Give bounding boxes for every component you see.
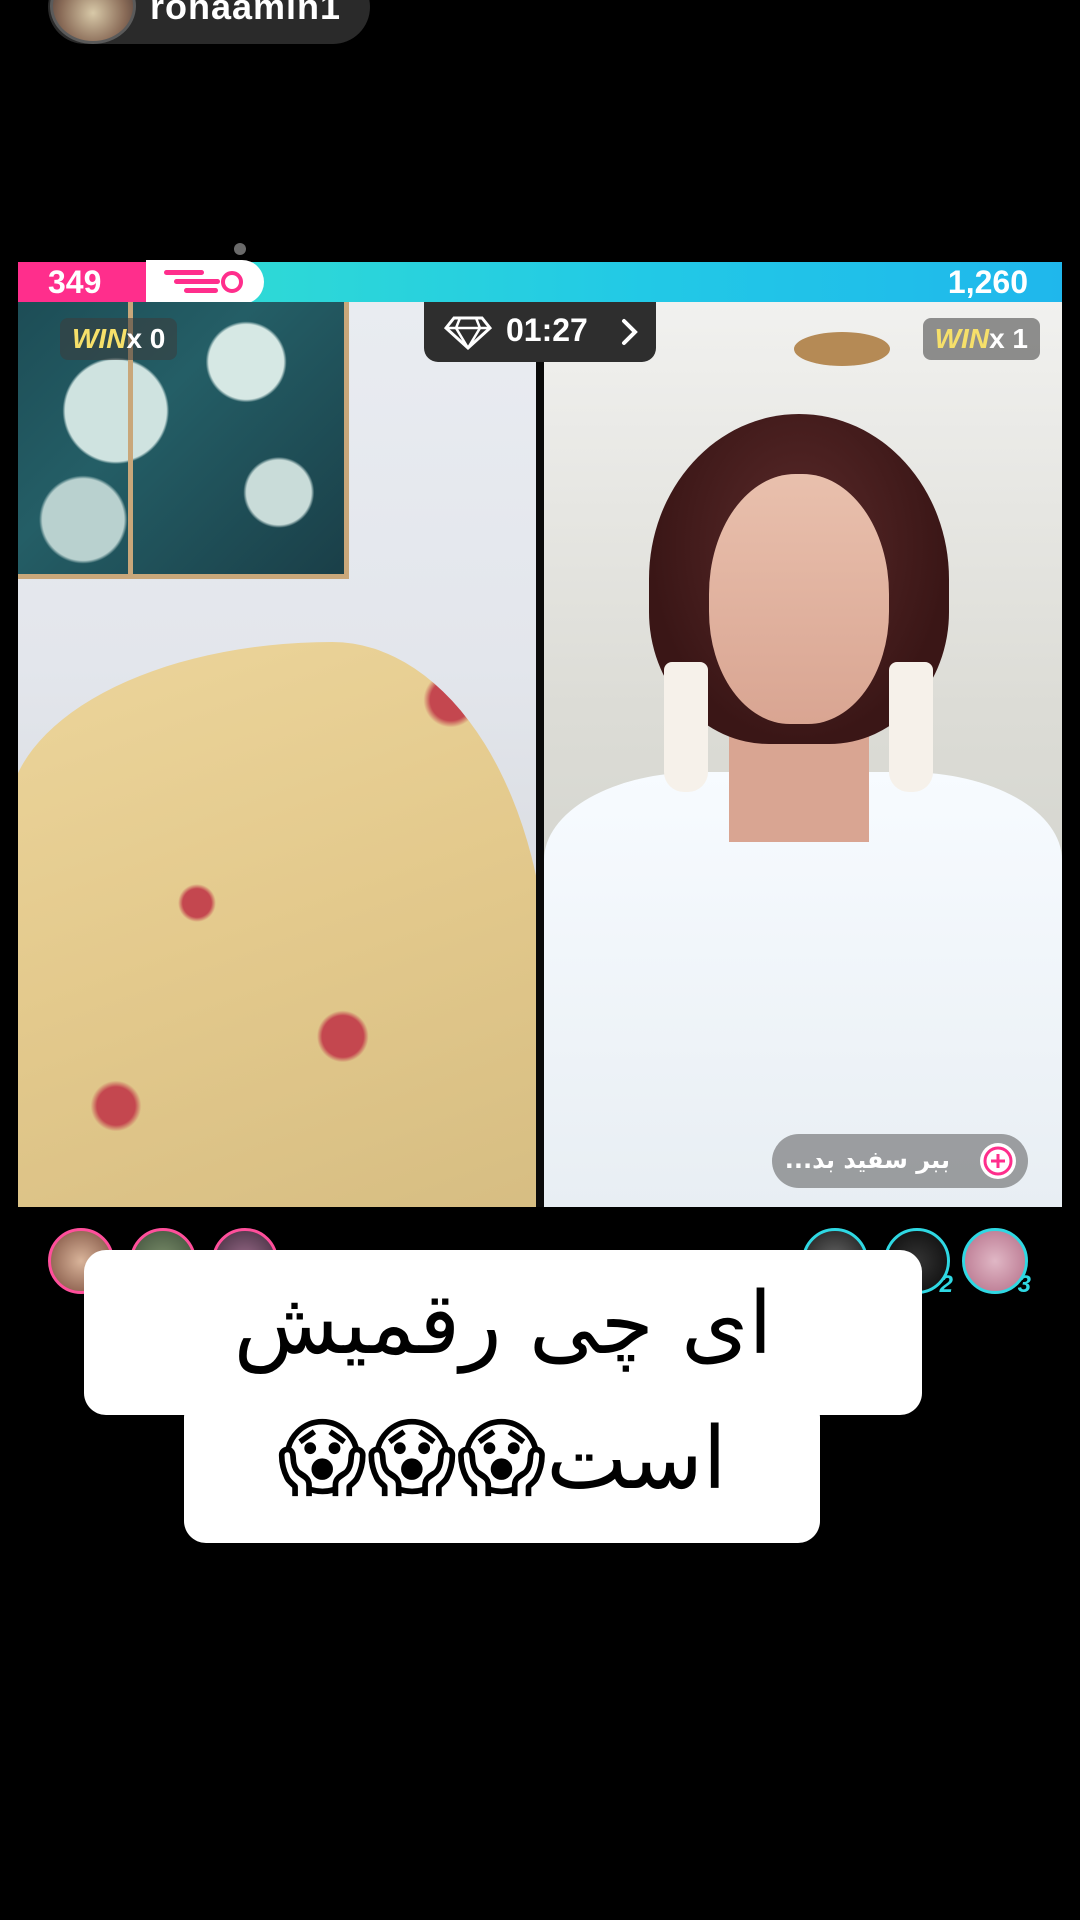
page-indicator-dot xyxy=(234,243,246,255)
win-count: x 0 xyxy=(126,323,166,354)
battle-timer[interactable]: 01:27 xyxy=(424,302,656,362)
right-score: 1,260 xyxy=(947,264,1028,300)
win-label: WIN xyxy=(72,323,127,354)
gifter-rank: 2 xyxy=(939,1271,953,1298)
video-divider xyxy=(536,302,544,1207)
caption-text-line2: است😱😱😱 xyxy=(277,1409,727,1509)
plus-icon xyxy=(983,1146,1013,1176)
diamond-icon xyxy=(444,316,492,350)
left-score: 349 xyxy=(48,264,102,300)
earring-right xyxy=(889,662,933,792)
right-top-gifter-3[interactable]: 3 xyxy=(962,1228,1031,1298)
follow-host-chip[interactable]: ببر سفید بد... xyxy=(772,1134,1028,1188)
ceiling-lamp xyxy=(794,332,890,366)
shawl-figure xyxy=(18,642,536,1207)
right-host-video[interactable]: WINx 1 xyxy=(544,302,1062,1207)
earring-left xyxy=(664,662,708,792)
left-win-badge: WINx 0 xyxy=(60,318,178,360)
battle-score-bar: 349 1,260 xyxy=(18,260,1062,304)
timer-countdown: 01:27 xyxy=(506,312,588,348)
win-count: x 1 xyxy=(989,323,1028,354)
chevron-right-icon xyxy=(622,319,638,345)
host-name: rohaamin1 xyxy=(150,0,342,27)
speed-streak-icon xyxy=(164,270,243,293)
caption-box-line1: ای چی رقمیش xyxy=(84,1250,922,1415)
caption-box-line2: است😱😱😱 xyxy=(184,1395,820,1543)
win-label: WIN xyxy=(934,323,990,354)
right-win-badge: WINx 1 xyxy=(922,318,1040,360)
host-profile-pill[interactable]: rohaamin1 xyxy=(48,0,370,44)
gifter-rank: 3 xyxy=(1017,1271,1031,1298)
caption-text-line1: ای چی رقمیش xyxy=(233,1274,773,1374)
score-streak-cap xyxy=(146,260,264,304)
left-host-video[interactable]: WINx 0 xyxy=(18,302,536,1207)
host-avatar[interactable] xyxy=(50,0,136,44)
opponent-name: ببر سفید بد... xyxy=(784,1146,950,1174)
follow-plus-button[interactable] xyxy=(980,1143,1016,1179)
